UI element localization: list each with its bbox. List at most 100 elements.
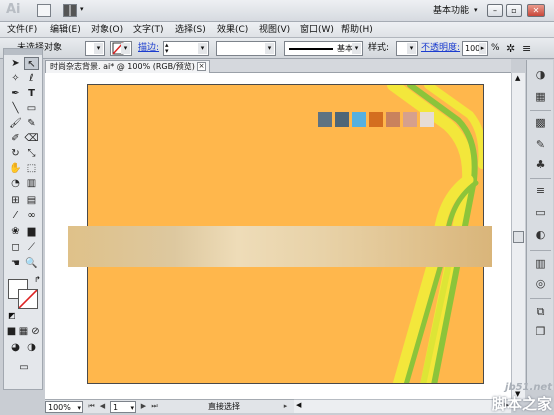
appearance-panel-icon[interactable]: ▥ (532, 255, 549, 272)
menu-edit[interactable]: 编辑(E) (50, 22, 81, 38)
swap-fill-stroke-icon[interactable]: ↱ (34, 275, 41, 284)
screen-mode-icon[interactable]: ▭ (14, 361, 34, 374)
artboard-icon[interactable]: ◻ (8, 241, 23, 254)
document-tab[interactable]: 时尚杂志背景. ai* @ 100% (RGB/预览) × (45, 60, 210, 73)
menu-help[interactable]: 帮助(H) (341, 22, 373, 38)
opacity-label[interactable]: 不透明度: (421, 38, 460, 59)
selection-icon[interactable]: ➤ (8, 57, 23, 70)
line-icon[interactable]: ╲ (8, 102, 23, 115)
arrange-documents-icon[interactable] (63, 4, 77, 17)
align-options-icon[interactable]: ✲ (506, 38, 515, 59)
paintbrush-icon[interactable]: 🖌 (8, 117, 23, 130)
eyedropper-icon[interactable]: ⁄ (8, 209, 23, 222)
menu-window[interactable]: 窗口(W) (300, 22, 334, 38)
last-artboard-icon[interactable]: ⏭ (150, 401, 159, 412)
blend-icon[interactable]: ∞ (24, 209, 39, 222)
app-logo: Ai (6, 2, 21, 17)
stroke-label[interactable]: 描边: (138, 38, 159, 59)
menu-effect[interactable]: 效果(C) (217, 22, 248, 38)
menu-type[interactable]: 文字(T) (133, 22, 164, 38)
pencil-icon[interactable]: ✎ (24, 117, 39, 130)
none-mode-icon[interactable]: ⊘ (30, 325, 41, 338)
menu-bar: Ai ▾ 基本功能 ▾ – ▫ ✕ (0, 0, 554, 22)
chevron-down-icon: ▾ (121, 43, 130, 54)
shape-builder-icon[interactable]: ◔ (8, 177, 23, 190)
warp-icon[interactable]: ✋ (8, 162, 23, 175)
current-tool-label: 直接选择 (208, 402, 240, 411)
toolbox-grip[interactable] (4, 49, 42, 55)
opacity-input[interactable]: 100 ▸ (462, 41, 488, 56)
close-button[interactable]: ✕ (527, 4, 545, 17)
next-artboard-icon[interactable]: ▶ (139, 401, 148, 412)
bridge-icon[interactable] (37, 4, 51, 17)
workspace-switcher[interactable]: 基本功能 (433, 0, 469, 22)
slice-icon[interactable]: ⟋ (24, 241, 39, 254)
color-panel-icon[interactable]: ◑ (532, 66, 549, 83)
rotate-icon[interactable]: ↻ (8, 147, 23, 160)
chevron-down-icon[interactable]: ▾ (80, 5, 84, 13)
menu-object[interactable]: 对象(O) (91, 22, 123, 38)
chevron-down-icon: ▾ (130, 404, 134, 412)
color-mode-icon[interactable]: ■ (6, 325, 17, 338)
scroll-thumb[interactable] (513, 231, 524, 243)
hand-icon[interactable]: ☚ (8, 257, 23, 270)
free-transform-icon[interactable]: ⬚ (24, 162, 39, 175)
variable-width-profile[interactable]: ▾ (216, 41, 276, 56)
fill-color-picker[interactable]: ▾ (85, 41, 105, 56)
scroll-left-icon[interactable]: ◀ (296, 401, 301, 409)
chevron-down-icon[interactable]: ▾ (474, 6, 478, 14)
artboard-number-field[interactable]: 1 ▾ (110, 401, 136, 413)
direct-selection-icon[interactable]: ↖ (24, 57, 39, 70)
zoom-field[interactable]: 100% ▾ (45, 401, 83, 413)
stroke-weight-field[interactable]: ▴ ▾ ▾ (163, 41, 209, 56)
zoom-icon[interactable]: 🔍 (24, 257, 39, 270)
menu-file[interactable]: 文件(F) (7, 22, 37, 38)
magic-wand-icon[interactable]: ✧ (8, 72, 23, 85)
type-icon[interactable]: T (24, 87, 39, 100)
layers-panel-icon[interactable]: ⧉ (532, 303, 549, 320)
default-colors-icon[interactable]: ◩ (8, 311, 16, 320)
swatch-steel (335, 112, 349, 127)
control-panel: 未选择对象 ▾ ▾ 描边: ▴▾ ▾ ▾ 基本 ▾ 样式: ▾ 不透明度: 10… (0, 38, 554, 59)
brushes-icon[interactable]: ✎ (532, 136, 549, 153)
status-menu-icon[interactable]: ▸ (281, 401, 290, 412)
pen-icon[interactable]: ✒ (8, 87, 23, 100)
swatches-icon[interactable]: ▩ (532, 114, 549, 131)
gradient-icon[interactable]: ▤ (24, 194, 39, 207)
artboards-panel-icon[interactable]: ❒ (532, 323, 549, 340)
lasso-icon[interactable]: ℓ (24, 72, 39, 85)
close-tab-icon[interactable]: × (197, 62, 206, 71)
stepper-icon[interactable]: ▴ ▾ (165, 42, 169, 55)
first-artboard-icon[interactable]: ⏮ (87, 401, 96, 412)
brush-definition[interactable]: 基本 ▾ (284, 41, 363, 56)
draw-behind-icon[interactable]: ◑ (24, 341, 39, 354)
horizontal-scrollbar[interactable]: ◀ ▶ (294, 399, 511, 413)
maximize-button[interactable]: ▫ (506, 4, 522, 17)
transparency-panel-icon[interactable]: ◐ (532, 226, 549, 243)
menu-select[interactable]: 选择(S) (175, 22, 206, 38)
scale-icon[interactable]: ⤡ (24, 147, 39, 160)
vertical-scrollbar[interactable]: ▲ ▼ (511, 73, 525, 399)
panel-menu-icon[interactable]: ≡ (522, 38, 531, 59)
stroke-color-picker[interactable]: ▾ (110, 41, 132, 56)
symbols-icon[interactable]: ♣ (532, 156, 549, 173)
stroke-swatch[interactable] (18, 289, 38, 309)
menu-view[interactable]: 视图(V) (259, 22, 290, 38)
previous-artboard-icon[interactable]: ◀ (98, 401, 107, 412)
graphic-styles-icon[interactable]: ◎ (532, 275, 549, 292)
graphic-style-picker[interactable]: ▾ (396, 41, 418, 56)
scroll-up-icon[interactable]: ▲ (515, 74, 520, 82)
rectangle-icon[interactable]: ▭ (24, 102, 39, 115)
mesh-icon[interactable]: ⊞ (8, 194, 23, 207)
stroke-panel-icon[interactable]: ≡ (532, 182, 549, 199)
column-graph-icon[interactable]: ▆ (24, 225, 39, 238)
gradient-panel-icon[interactable]: ▭ (532, 204, 549, 221)
perspective-icon[interactable]: ▥ (24, 177, 39, 190)
draw-normal-icon[interactable]: ◕ (8, 341, 23, 354)
gradient-mode-icon[interactable]: ▦ (18, 325, 29, 338)
symbol-sprayer-icon[interactable]: ❀ (8, 225, 23, 238)
blob-brush-icon[interactable]: ✐ (8, 132, 23, 145)
color-guide-icon[interactable]: ▦ (532, 88, 549, 105)
minimize-button[interactable]: – (487, 4, 503, 17)
eraser-icon[interactable]: ⌫ (24, 132, 39, 145)
